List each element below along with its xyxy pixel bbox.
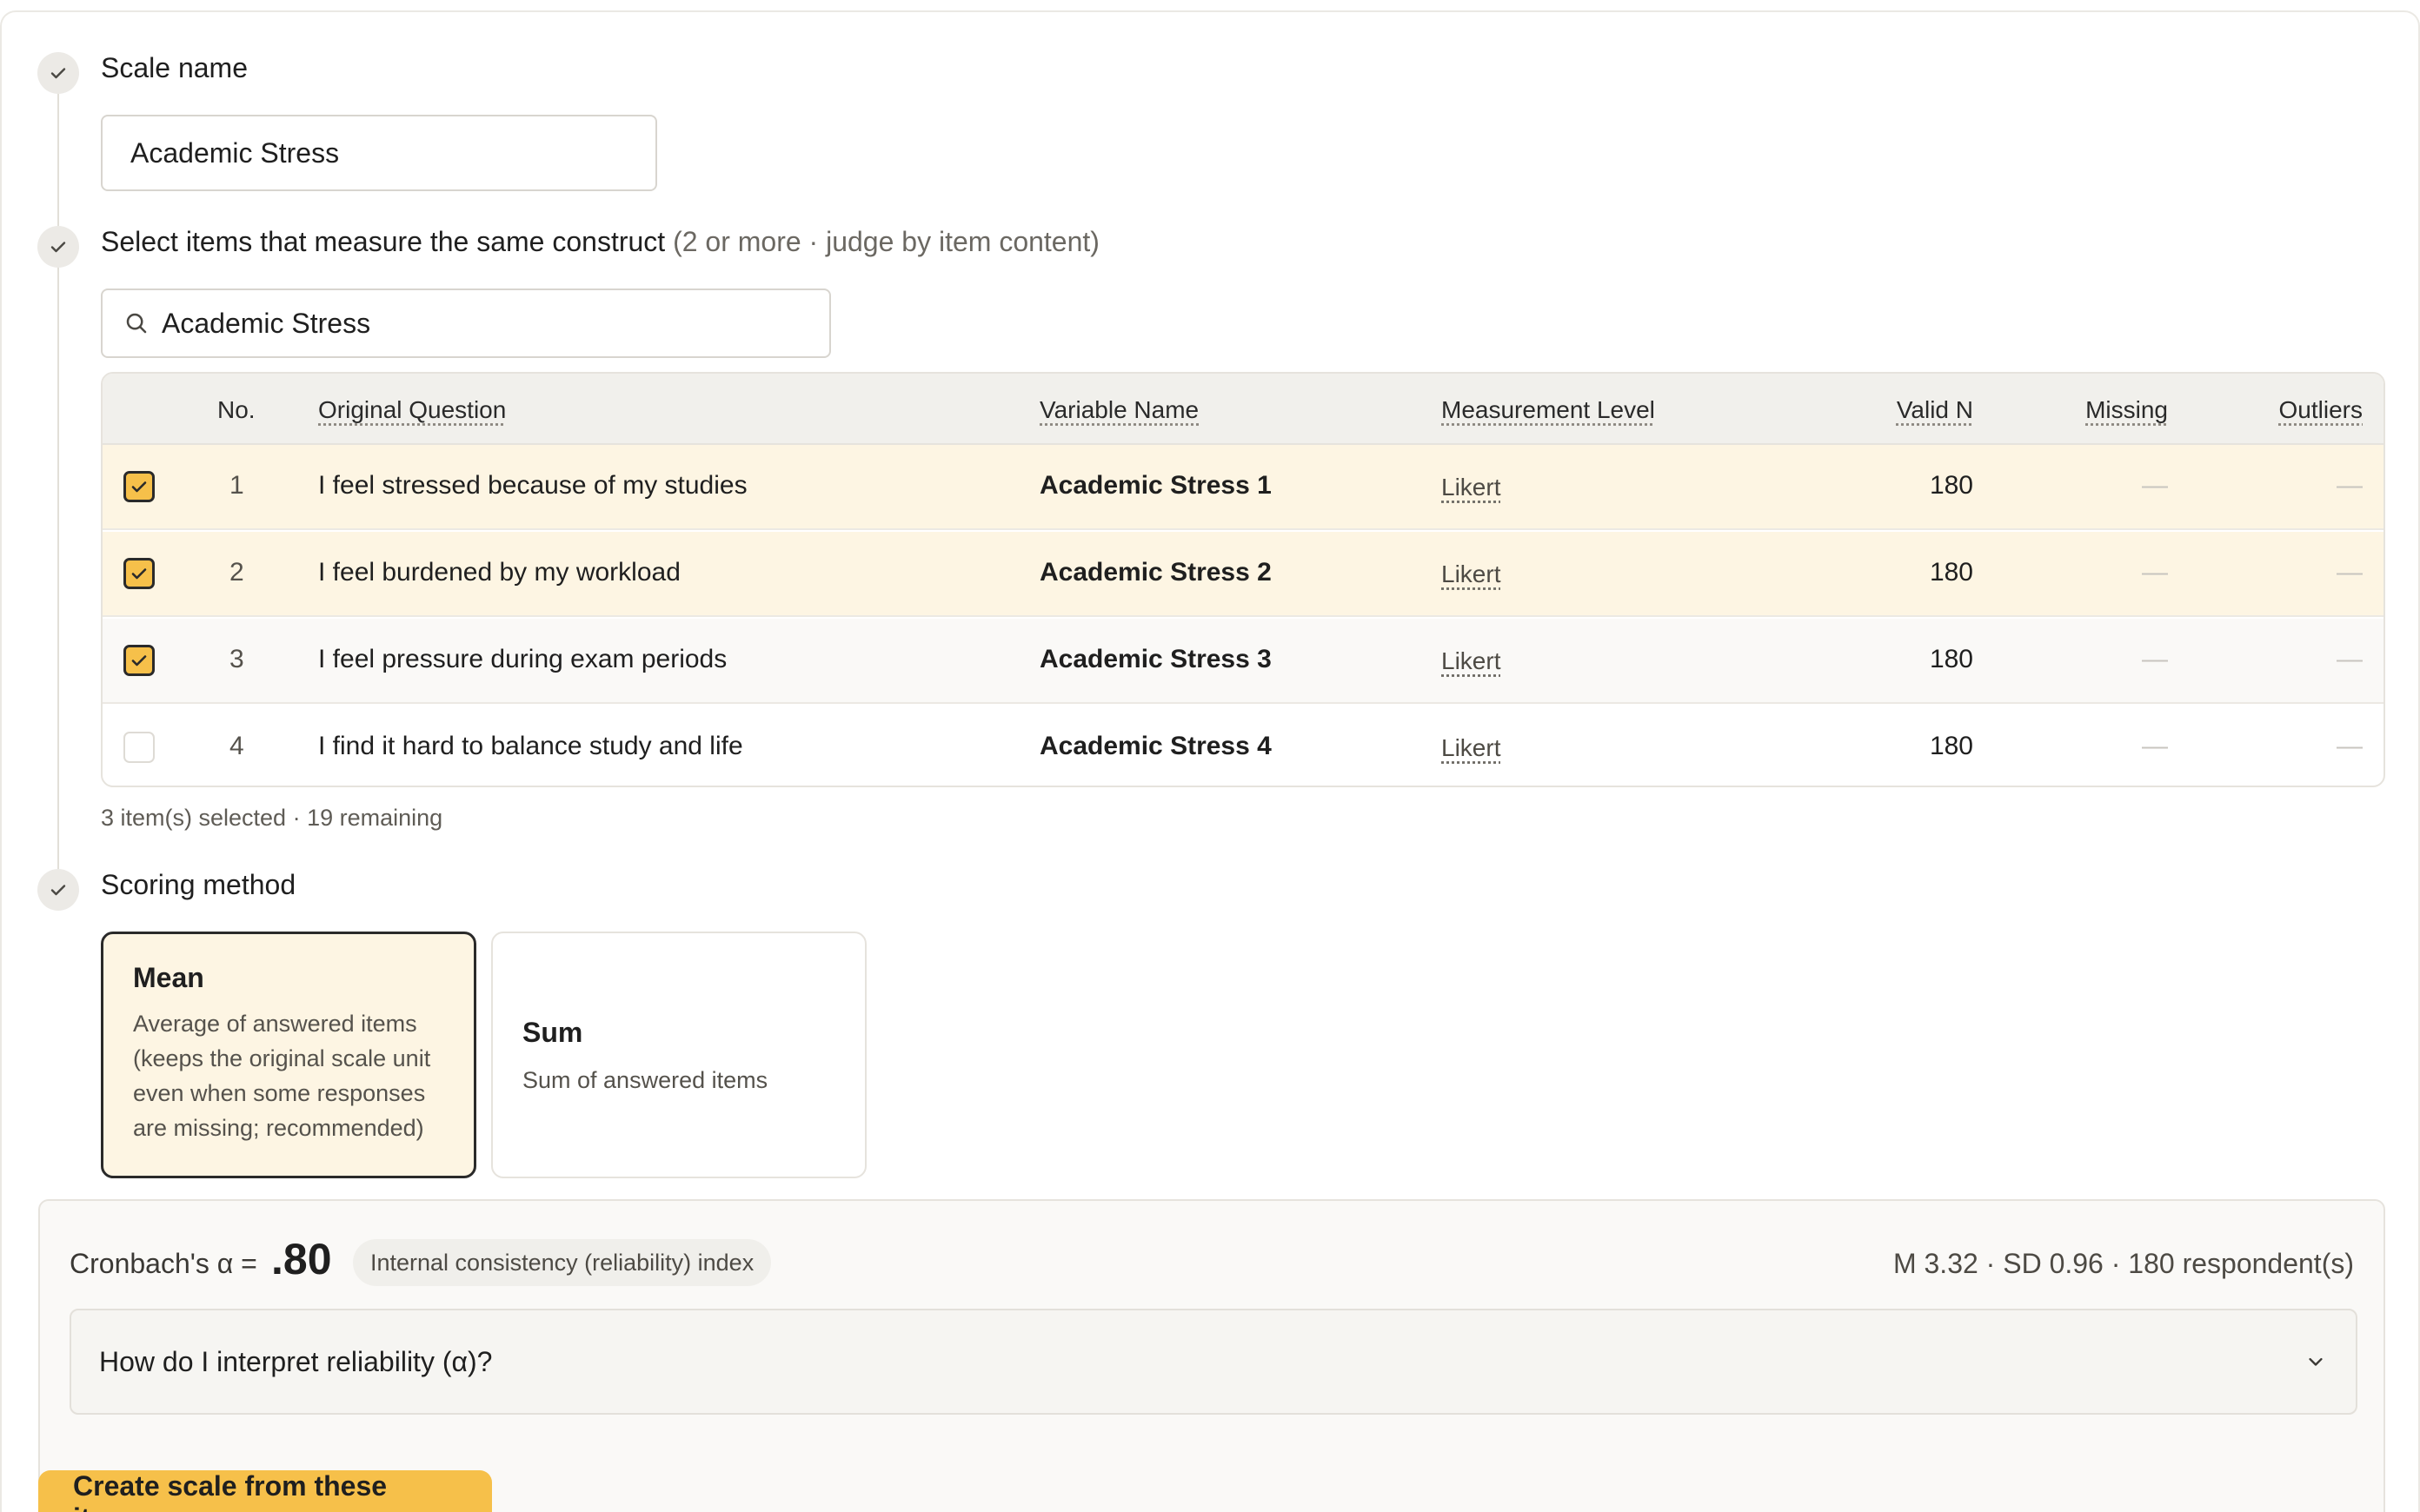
row-number: 3 xyxy=(229,645,244,673)
chevron-down-icon xyxy=(2309,1357,2323,1366)
row-question: I find it hard to balance study and life xyxy=(318,732,743,760)
step-title-select-items: Select items that measure the same const… xyxy=(101,226,1100,258)
row-measurement-level[interactable]: Likert xyxy=(1441,474,1500,501)
row-outliers: — xyxy=(2337,732,2363,760)
interpret-reliability-accordion[interactable]: How do I interpret reliability (α)? xyxy=(70,1309,2357,1415)
header-valid-n[interactable]: Valid N xyxy=(1897,396,1973,424)
row-checkbox[interactable] xyxy=(123,732,155,763)
table-row[interactable]: 1 I feel stressed because of my studies … xyxy=(103,445,2383,530)
option-title: Mean xyxy=(133,962,204,993)
row-number: 2 xyxy=(229,558,244,587)
header-outliers[interactable]: Outliers xyxy=(2279,396,2363,424)
step-complete-icon xyxy=(37,869,79,911)
row-variable-name: Academic Stress 4 xyxy=(1040,732,1272,760)
row-missing: — xyxy=(2142,471,2168,500)
row-outliers: — xyxy=(2337,558,2363,587)
header-measurement-level[interactable]: Measurement Level xyxy=(1441,396,1655,424)
row-variable-name: Academic Stress 2 xyxy=(1040,558,1272,587)
alpha-value: .80 xyxy=(271,1235,332,1283)
row-valid-n: 180 xyxy=(1929,558,1973,587)
item-search-input[interactable] xyxy=(162,307,822,340)
search-icon xyxy=(126,313,147,334)
row-outliers: — xyxy=(2337,645,2363,673)
row-measurement-level[interactable]: Likert xyxy=(1441,560,1500,588)
reliability-summary: Cronbach's α = .80 Internal consistency … xyxy=(38,1199,2385,1512)
row-question: I feel pressure during exam periods xyxy=(318,645,728,673)
option-description: Sum of answered items xyxy=(522,1067,768,1093)
option-description: Average of answered items (keeps the ori… xyxy=(133,1011,431,1141)
check-icon xyxy=(131,481,147,493)
row-question: I feel stressed because of my studies xyxy=(318,471,748,500)
scale-builder-panel: Scale name Select items that measure the… xyxy=(0,10,2420,1512)
table-row[interactable]: 3 I feel pressure during exam periods Ac… xyxy=(103,619,2383,704)
table-row[interactable]: 2 I feel burdened by my workload Academi… xyxy=(103,532,2383,617)
row-number: 1 xyxy=(229,471,244,500)
row-missing: — xyxy=(2142,645,2168,673)
row-measurement-level[interactable]: Likert xyxy=(1441,647,1500,675)
scoring-option-mean[interactable]: Mean Average of answered items (keeps th… xyxy=(101,932,476,1178)
alpha-label: Cronbach's α = xyxy=(70,1248,257,1279)
step-complete-icon xyxy=(37,52,79,94)
descriptive-stats: M 3.32 · SD 0.96 · 180 respondent(s) xyxy=(1892,1248,2354,1279)
row-valid-n: 180 xyxy=(1929,471,1973,500)
alpha-info-chip: Internal consistency (reliability) index xyxy=(353,1239,772,1286)
row-valid-n: 180 xyxy=(1929,645,1973,673)
header-original-question[interactable]: Original Question xyxy=(318,396,506,424)
table-row[interactable]: 4 I find it hard to balance study and li… xyxy=(103,706,2383,786)
step-title-scoring: Scoring method xyxy=(101,869,296,900)
check-icon xyxy=(131,655,147,666)
row-outliers: — xyxy=(2337,471,2363,500)
selection-summary: 3 item(s) selected · 19 remaining xyxy=(101,805,443,831)
step-hint: (2 or more · judge by item content) xyxy=(673,226,1100,257)
header-no: No. xyxy=(217,396,256,423)
check-icon xyxy=(131,568,147,580)
header-variable-name[interactable]: Variable Name xyxy=(1040,396,1199,424)
step-title-text: Select items that measure the same const… xyxy=(101,226,666,257)
check-icon xyxy=(50,885,66,896)
option-title: Sum xyxy=(522,1017,583,1048)
row-missing: — xyxy=(2142,732,2168,760)
step-title-scale-name: Scale name xyxy=(101,52,248,83)
row-checkbox[interactable] xyxy=(123,471,155,502)
row-variable-name: Academic Stress 1 xyxy=(1040,471,1272,500)
accordion-title: How do I interpret reliability (α)? xyxy=(99,1345,493,1377)
row-variable-name: Academic Stress 3 xyxy=(1040,645,1272,673)
scoring-option-sum[interactable]: Sum Sum of answered items xyxy=(491,932,867,1178)
row-valid-n: 180 xyxy=(1929,732,1973,760)
step-complete-icon xyxy=(37,226,79,268)
step-connector xyxy=(57,92,59,238)
row-measurement-level[interactable]: Likert xyxy=(1441,734,1500,762)
row-number: 4 xyxy=(229,732,244,760)
check-icon xyxy=(50,242,66,253)
header-missing[interactable]: Missing xyxy=(2085,396,2168,424)
create-scale-button[interactable]: Create scale from these items xyxy=(38,1470,492,1512)
step-connector xyxy=(57,266,59,871)
check-icon xyxy=(50,68,66,79)
table-header: No. Original Question Variable Name Meas… xyxy=(103,374,2383,445)
scale-name-input[interactable] xyxy=(101,115,657,191)
row-question: I feel burdened by my workload xyxy=(318,558,681,587)
row-missing: — xyxy=(2142,558,2168,587)
row-checkbox[interactable] xyxy=(123,645,155,676)
item-search-box[interactable] xyxy=(101,288,831,358)
row-checkbox[interactable] xyxy=(123,558,155,589)
items-table: No. Original Question Variable Name Meas… xyxy=(101,372,2385,787)
